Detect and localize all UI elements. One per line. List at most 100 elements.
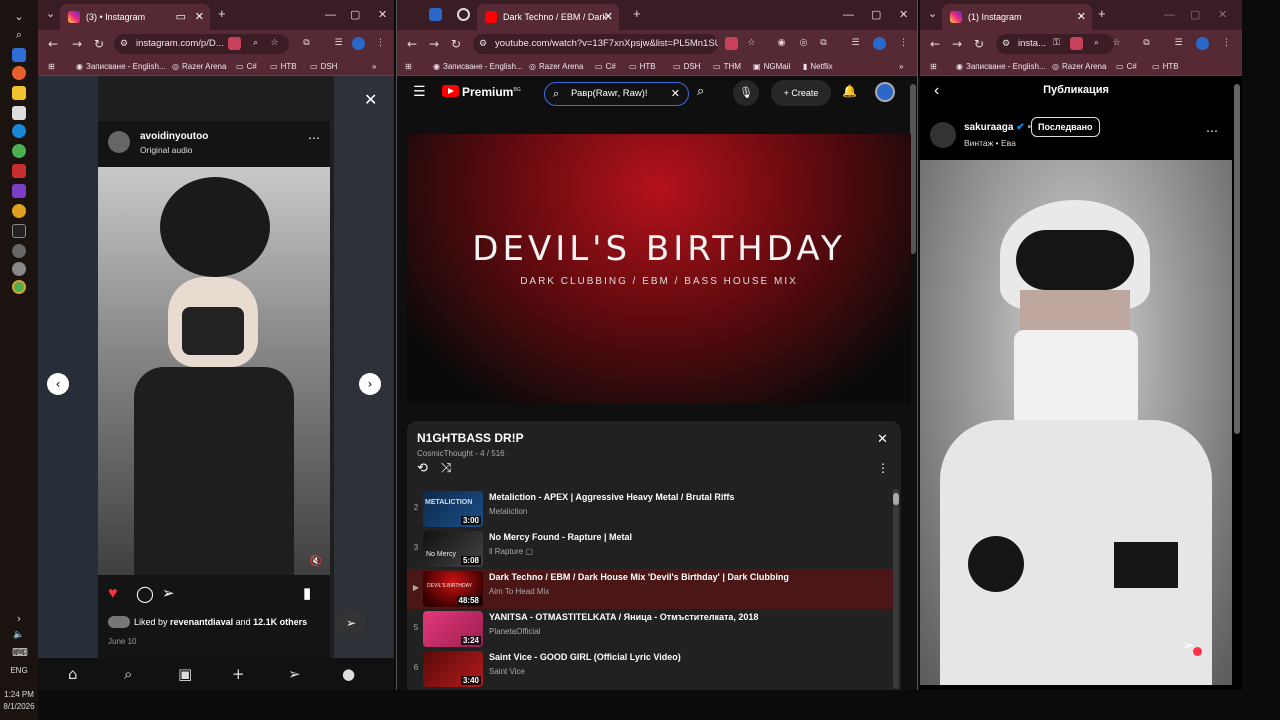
tab-instagram[interactable]: (1) Instagram ✕ xyxy=(942,4,1092,30)
edge-icon[interactable] xyxy=(12,124,26,138)
bookmarks-overflow-icon[interactable]: » xyxy=(372,58,376,76)
bookmark-3[interactable]: ▭ C# xyxy=(236,58,257,76)
extension-counter-icon[interactable]: ◉ xyxy=(775,37,788,50)
bookmark-apps-icon[interactable]: ⊞ xyxy=(48,58,58,76)
next-post-button[interactable]: › xyxy=(359,373,381,395)
bookmark-2[interactable]: ◎ Razer Arena xyxy=(1052,58,1106,76)
zoom-icon[interactable]: ⌕ xyxy=(249,37,262,50)
site-info-icon[interactable]: ⚙ xyxy=(1002,34,1010,54)
bookmark-star-icon[interactable]: ☆ xyxy=(268,37,281,50)
onenote-icon[interactable] xyxy=(12,184,26,198)
firefox-icon[interactable] xyxy=(12,66,26,80)
more-options-icon[interactable]: ⋯ xyxy=(1206,124,1218,138)
clock-time[interactable]: 1:24 PM xyxy=(0,690,38,699)
bookmark-star-icon[interactable]: ☆ xyxy=(745,37,758,50)
reels-icon[interactable]: ▣ xyxy=(178,665,192,683)
back-icon[interactable]: ← xyxy=(930,30,940,58)
browser-menu-icon[interactable]: ⋮ xyxy=(374,37,387,50)
avatar[interactable] xyxy=(930,122,956,148)
clock-app-icon[interactable] xyxy=(12,262,26,276)
extensions-icon[interactable]: ⧉ xyxy=(300,37,313,50)
create-post-icon[interactable]: + xyxy=(232,665,245,683)
playlist-item[interactable]: 2 METALICTION 3:00 Metaliction - APEX | … xyxy=(407,489,893,529)
cast-icon[interactable] xyxy=(228,37,241,50)
bookmark-7[interactable]: ▣ NGMail xyxy=(753,58,790,76)
playlist-more-icon[interactable]: ⋮ xyxy=(877,461,889,475)
following-button[interactable]: Последвано xyxy=(1031,117,1100,137)
app-icon[interactable] xyxy=(12,106,26,120)
extensions-icon[interactable]: ⧉ xyxy=(1140,37,1153,50)
tab-youtube[interactable]: Dark Techno / EBM / Dark ✕ xyxy=(477,4,619,30)
cast-icon[interactable] xyxy=(1070,37,1083,50)
notifications-bell-icon[interactable]: 🔔 xyxy=(842,84,857,98)
bookmark-3[interactable]: ▭ C# xyxy=(1116,58,1137,76)
post-username[interactable]: sakuraaga ✔ • xyxy=(964,122,1031,133)
site-info-icon[interactable]: ⚙ xyxy=(120,34,128,54)
video-thumbnail[interactable]: No Mercy 5:08 xyxy=(423,531,483,567)
back-icon[interactable]: ← xyxy=(407,30,417,58)
bookmark-1[interactable]: ◉ Записване - English... xyxy=(76,58,166,76)
post-video[interactable] xyxy=(920,160,1232,685)
back-icon[interactable]: ← xyxy=(48,30,58,58)
video-thumbnail[interactable]: METALICTION 3:00 xyxy=(423,491,483,527)
maximize-button[interactable]: ▢ xyxy=(350,0,360,30)
tab-close-icon[interactable]: ✕ xyxy=(195,4,204,30)
file-explorer-icon[interactable] xyxy=(12,86,26,100)
clear-search-icon[interactable]: ✕ xyxy=(671,83,680,105)
home-icon[interactable]: ⌂ xyxy=(68,665,78,683)
video-thumbnail[interactable]: DEVIL'S BIRTHDAY 48:58 xyxy=(423,571,483,607)
page-scrollbar[interactable] xyxy=(1234,84,1240,434)
account-avatar[interactable] xyxy=(875,82,895,102)
clock-date[interactable]: 8/1/2026 xyxy=(0,702,38,711)
bookmark-apps-icon[interactable]: ⊞ xyxy=(930,58,940,76)
task-view-icon[interactable] xyxy=(12,48,26,62)
bookmark-1[interactable]: ◉ Записване - English... xyxy=(433,58,523,76)
video-player[interactable]: DEVIL'S BIRTHDAY DARK CLUBBING / EBM / B… xyxy=(407,134,911,404)
comment-icon[interactable]: ◯ xyxy=(136,584,154,604)
tab-groups-icon[interactable]: ☰ xyxy=(332,37,345,50)
tab-groups-icon[interactable]: ☰ xyxy=(849,37,862,50)
messages-fab-icon[interactable]: ➢ xyxy=(336,608,366,638)
like-heart-icon[interactable]: ♥ xyxy=(108,585,118,603)
bookmark-5[interactable]: ▭ DSH xyxy=(310,58,337,76)
password-key-icon[interactable]: ⚿ xyxy=(1050,37,1063,50)
bookmark-5[interactable]: ▭ DSH xyxy=(673,58,700,76)
profile-avatar-icon[interactable] xyxy=(873,37,886,50)
shuffle-icon[interactable]: ⤨ xyxy=(441,461,451,476)
browser-menu-icon[interactable]: ⋮ xyxy=(1220,37,1233,50)
liked-by-text[interactable]: Liked by revenantdiaval and 12.1K others xyxy=(134,617,307,627)
extensions-icon[interactable]: ⧉ xyxy=(817,37,830,50)
chrome-active-icon[interactable] xyxy=(12,280,26,294)
cast-icon[interactable] xyxy=(725,37,738,50)
reload-icon[interactable]: ↻ xyxy=(451,30,461,58)
bookmark-4[interactable]: ▭ HTB xyxy=(629,58,656,76)
profile-icon[interactable]: ● xyxy=(342,665,355,683)
playlist-scroll-track[interactable] xyxy=(893,489,899,689)
close-window-button[interactable]: ✕ xyxy=(1218,0,1227,30)
video-thumbnail[interactable]: 3:24 xyxy=(423,611,483,647)
new-tab-button[interactable]: + xyxy=(1098,6,1106,21)
tab-search-icon[interactable]: ⌄ xyxy=(46,7,55,20)
avatar[interactable] xyxy=(108,131,130,153)
pinned-tab-record-icon[interactable] xyxy=(457,8,470,21)
profile-avatar-icon[interactable] xyxy=(352,37,365,50)
post-username[interactable]: avoidinyoutoo xyxy=(140,131,208,142)
app-icon-red[interactable] xyxy=(12,164,26,178)
bookmark-2[interactable]: ◎ Razer Arena xyxy=(172,58,226,76)
bookmark-star-icon[interactable]: ☆ xyxy=(1110,37,1123,50)
tab-close-icon[interactable]: ✕ xyxy=(1077,4,1086,30)
youtube-premium-logo[interactable]: PremiumBG xyxy=(442,85,521,99)
bookmark-8[interactable]: ▮ Netflix xyxy=(803,58,833,76)
playlist-item[interactable]: 6 3:40 Saint Vice - GOOD GIRL (Official … xyxy=(407,649,893,689)
forward-icon[interactable]: → xyxy=(952,30,962,58)
volume-icon[interactable]: 🔈 xyxy=(12,628,26,642)
search-button-icon[interactable]: ⌕ xyxy=(697,84,704,99)
search-input[interactable]: ⌕ Равр(Rawr, Raw)! ✕ xyxy=(544,82,689,106)
new-tab-button[interactable]: + xyxy=(633,6,641,21)
close-window-button[interactable]: ✕ xyxy=(378,0,387,30)
close-modal-icon[interactable]: ✕ xyxy=(364,90,377,110)
share-icon[interactable]: ➢ xyxy=(162,584,175,602)
chevron-down-icon[interactable]: ⌄ xyxy=(12,10,26,24)
address-bar[interactable]: ⚙ instagram.com/p/D... xyxy=(114,34,289,54)
bookmark-2[interactable]: ◎ Razer Arena xyxy=(529,58,583,76)
